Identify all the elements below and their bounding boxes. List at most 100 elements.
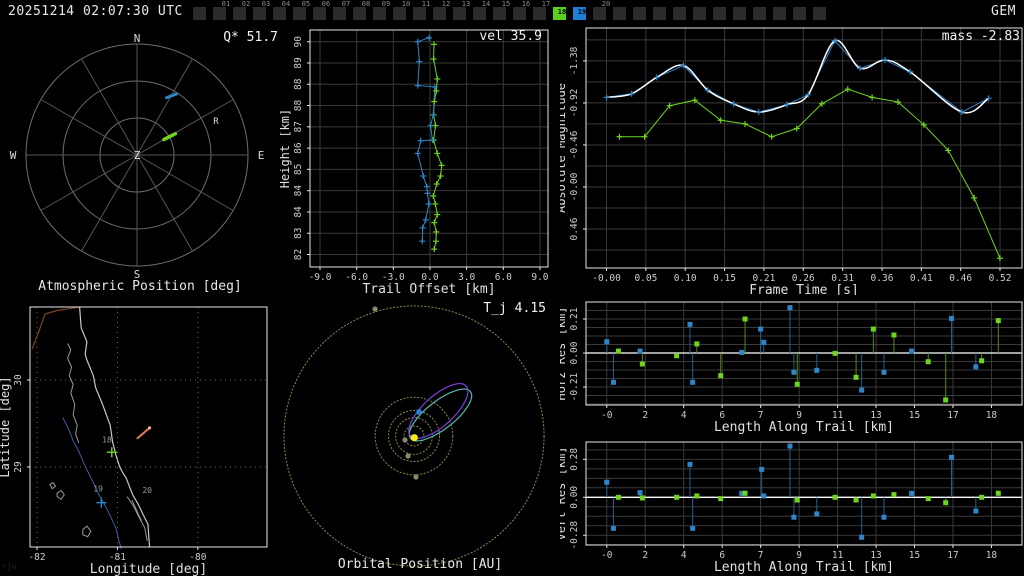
svg-text:18: 18 xyxy=(102,436,112,445)
svg-text:Absolute Magnitude: Absolute Magnitude xyxy=(560,83,568,213)
frame-box-14[interactable]: 14 xyxy=(473,0,493,24)
frame-square xyxy=(313,7,326,20)
svg-text:0.00: 0.00 xyxy=(569,486,580,509)
svg-text:2: 2 xyxy=(642,550,648,561)
frame-square xyxy=(433,7,446,20)
velocity-value: vel 35.9 xyxy=(479,29,542,44)
svg-text:83: 83 xyxy=(293,227,304,238)
ground-map-panel: 18 19 20 -82 -81 -80 30 29 Longitude [deg] Latitu… xyxy=(0,295,280,576)
svg-text:0.05: 0.05 xyxy=(634,273,657,284)
svg-text:82: 82 xyxy=(293,249,304,260)
frame-box-13[interactable]: 13 xyxy=(453,0,473,24)
svg-text:88: 88 xyxy=(293,78,304,90)
svg-text:0.41: 0.41 xyxy=(910,273,933,284)
frame-box-07[interactable]: 07 xyxy=(333,0,353,24)
frame-number: 03 xyxy=(261,0,271,8)
ground-map-plot: 1819 20-82 -81 -803029Longitude [deg]Latitu… xyxy=(0,306,268,576)
q-reciprocal-value: Q* 51.7 xyxy=(223,30,278,45)
svg-text:0.28: 0.28 xyxy=(569,448,580,471)
frame-box-04[interactable]: 04 xyxy=(273,0,293,24)
frame-box-08[interactable]: 08 xyxy=(353,0,373,24)
frame-square xyxy=(333,7,346,20)
frame-box-02[interactable]: 02 xyxy=(233,0,253,24)
svg-text:15: 15 xyxy=(909,410,920,421)
planet-dot xyxy=(402,437,408,443)
frame-box-10[interactable]: 10 xyxy=(393,0,413,24)
frame-box-20[interactable]: 20 xyxy=(593,0,613,24)
svg-text:18: 18 xyxy=(986,410,998,421)
svg-text:Height [km]: Height [km] xyxy=(280,109,292,188)
svg-text:-0.00: -0.00 xyxy=(592,273,621,284)
vert-residuals-panel: -0 2 4 6 7 9 11 13 15 17 18 0.28 0.00 -0.28 Length Alo… xyxy=(560,440,1024,576)
frame-number: 04 xyxy=(281,0,291,8)
frame-square xyxy=(813,7,826,20)
svg-text:Latitude [deg]: Latitude [deg] xyxy=(0,376,12,477)
trail-grid xyxy=(310,30,548,267)
svg-text:18: 18 xyxy=(986,550,998,561)
frame-box-01[interactable]: 01 xyxy=(213,0,233,24)
frame-box-12[interactable]: 12 xyxy=(433,0,453,24)
frame-box-blank[interactable] xyxy=(713,0,733,24)
svg-text:0.15: 0.15 xyxy=(713,273,736,284)
lake-2 xyxy=(56,489,65,500)
frame-box-blank[interactable] xyxy=(693,0,713,24)
frame-box-blank[interactable] xyxy=(813,0,833,24)
magnitude-axes: -0.00 0.05 0.10 0.15 0.21 0.26 0.31 0.36 0.41 0.4… xyxy=(560,27,1023,295)
frame-box-15[interactable]: 15 xyxy=(493,0,513,24)
frame-number: 19 xyxy=(577,8,587,16)
vert-residuals-plot: -0 2 4 6 7 9 11 13 15 17 180.280.00-0.28Length Alo… xyxy=(560,441,1023,575)
frame-box-18[interactable]: 18 xyxy=(553,0,573,24)
svg-text:-0.00: -0.00 xyxy=(569,172,580,201)
frame-box-blank[interactable] xyxy=(753,0,773,24)
frame-box-blank[interactable] xyxy=(773,0,793,24)
tisserand-value: T_j 4.15 xyxy=(483,301,546,316)
timestamp: 20251214 02:07:30 UTC xyxy=(8,4,183,19)
frame-box-03[interactable]: 03 xyxy=(253,0,273,24)
mass-value: mass -2.83 xyxy=(941,29,1020,44)
frame-box-19[interactable]: 19 xyxy=(573,0,593,24)
planet-dot xyxy=(405,453,411,459)
ground-track xyxy=(136,426,151,440)
frame-square xyxy=(373,7,386,20)
frame-square xyxy=(613,7,626,20)
frame-number: 14 xyxy=(481,0,491,8)
lagoon-inner-2 xyxy=(131,499,142,522)
svg-text:-0: -0 xyxy=(601,550,613,561)
frame-box-17[interactable]: 17 xyxy=(533,0,553,24)
svg-text:-0.46: -0.46 xyxy=(569,130,580,159)
svg-text:2: 2 xyxy=(642,410,648,421)
svg-text:Vert Res [km]: Vert Res [km] xyxy=(560,447,568,541)
frame-box-blank[interactable] xyxy=(793,0,813,24)
frame-number: 15 xyxy=(501,0,511,8)
frame-square xyxy=(673,7,686,20)
svg-text:88: 88 xyxy=(293,100,304,112)
svg-text:9.0: 9.0 xyxy=(531,272,548,283)
frame-square xyxy=(413,7,426,20)
frame-number: 08 xyxy=(361,0,371,8)
station-code: GEM xyxy=(991,4,1016,19)
frame-box-blank[interactable] xyxy=(653,0,673,24)
frame-box-16[interactable]: 16 xyxy=(513,0,533,24)
frame-box-09[interactable]: 09 xyxy=(373,0,393,24)
svg-text:0.21: 0.21 xyxy=(569,307,580,330)
frame-box-blank[interactable] xyxy=(613,0,633,24)
frame-box-blank[interactable] xyxy=(733,0,753,24)
map-features xyxy=(31,306,152,549)
frame-box-05[interactable]: 05 xyxy=(293,0,313,24)
frame-square xyxy=(773,7,786,20)
horz-residuals-plot: -0 2 4 6 7 9 11 13 15 17 180.210.00-0.21Length Alo… xyxy=(560,301,1023,435)
svg-text:6.0: 6.0 xyxy=(495,272,512,283)
frame-box-11[interactable]: 11 xyxy=(413,0,433,24)
frame-box-blank[interactable] xyxy=(193,0,213,24)
meteor-analysis-app: 20251214 02:07:30 UTC 01 02 03 04 05 06 07 08 09… xyxy=(0,0,1024,576)
frame-box-blank[interactable] xyxy=(673,0,693,24)
atmospheric-position-plot: NESW ZR xyxy=(10,32,265,281)
frame-box-06[interactable]: 06 xyxy=(313,0,333,24)
frame-square xyxy=(513,7,526,20)
planet-dot xyxy=(372,306,378,312)
svg-text:Trail Offset [km]: Trail Offset [km] xyxy=(362,282,495,295)
frame-box-blank[interactable] xyxy=(633,0,653,24)
magnitude-grid xyxy=(586,28,1022,268)
frame-number: 12 xyxy=(441,0,451,8)
svg-text:17: 17 xyxy=(947,550,958,561)
